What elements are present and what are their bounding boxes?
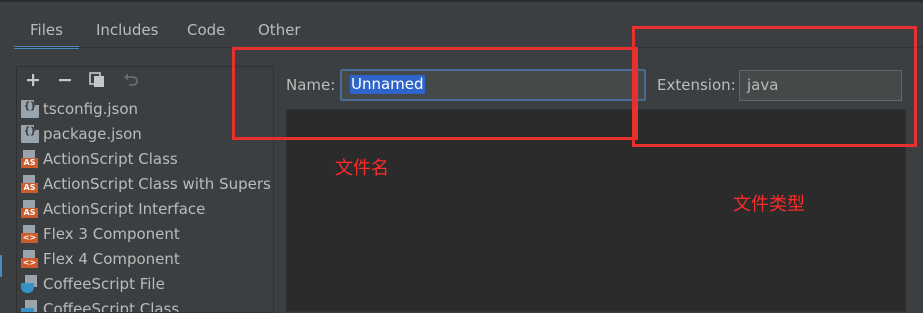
undo-icon[interactable]: [121, 70, 141, 90]
tab-code[interactable]: Code: [171, 12, 241, 46]
list-item[interactable]: CoffeeScript File: [17, 271, 273, 296]
coffeescript-icon: [21, 275, 39, 293]
window-top-border: [0, 0, 923, 2]
list-item[interactable]: CoffeeScript Class: [17, 296, 273, 313]
coffeescript-icon: [21, 300, 39, 313]
actionscript-icon: AS: [21, 200, 39, 218]
tab-other[interactable]: Other: [242, 12, 317, 46]
json-file-icon: [21, 100, 39, 118]
side-indicator: [0, 255, 2, 277]
copy-icon[interactable]: [87, 70, 107, 90]
annotation-filetype: 文件类型: [733, 190, 805, 216]
tab-includes[interactable]: Includes: [80, 12, 174, 46]
list-item[interactable]: AS ActionScript Class: [17, 146, 273, 171]
list-item-label: Flex 3 Component: [43, 225, 180, 243]
list-item-label: package.json: [43, 125, 142, 143]
annotation-box-filename: [232, 47, 638, 140]
flex-component-icon: <>: [21, 250, 39, 268]
list-item-label: ActionScript Class: [43, 150, 178, 168]
actionscript-icon: AS: [21, 175, 39, 193]
flex-component-icon: <>: [21, 225, 39, 243]
remove-icon[interactable]: [55, 70, 75, 90]
add-icon[interactable]: [23, 70, 43, 90]
actionscript-icon: AS: [21, 150, 39, 168]
list-item[interactable]: AS ActionScript Class with Supers: [17, 171, 273, 196]
annotation-box-filetype: [632, 26, 917, 147]
list-item-label: tsconfig.json: [43, 100, 138, 118]
list-item-label: ActionScript Class with Supers: [43, 175, 271, 193]
list-item-label: CoffeeScript File: [43, 275, 165, 293]
list-item[interactable]: <> Flex 4 Component: [17, 246, 273, 271]
list-item[interactable]: AS ActionScript Interface: [17, 196, 273, 221]
list-item[interactable]: <> Flex 3 Component: [17, 221, 273, 246]
annotation-filename: 文件名: [335, 154, 389, 180]
tab-files[interactable]: Files: [14, 12, 79, 49]
list-item-label: Flex 4 Component: [43, 250, 180, 268]
list-item-label: CoffeeScript Class: [43, 300, 179, 313]
json-file-icon: [21, 125, 39, 143]
list-item-label: ActionScript Interface: [43, 200, 205, 218]
